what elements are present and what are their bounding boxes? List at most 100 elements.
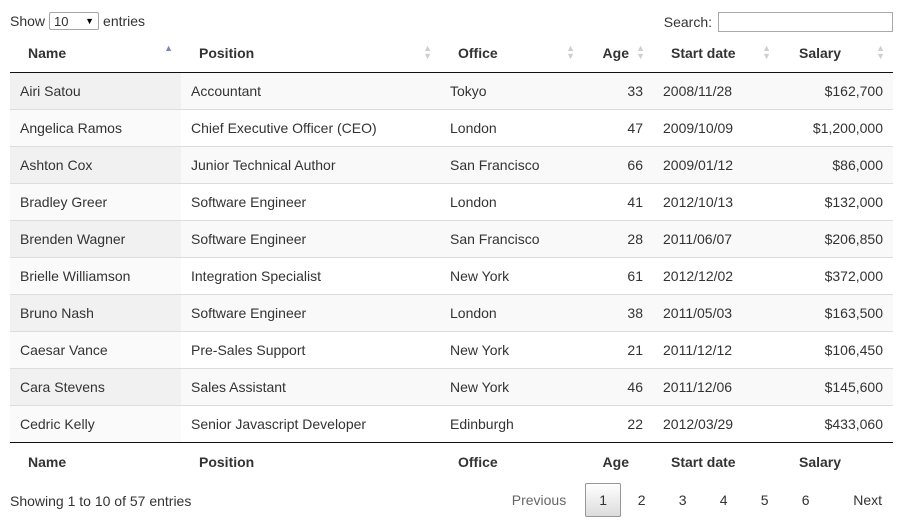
cell-position: Pre-Sales Support xyxy=(181,330,440,368)
cell-position: Chief Executive Officer (CEO) xyxy=(181,108,440,146)
cell-start-date: 2012/10/13 xyxy=(653,182,779,220)
footer-age: Age xyxy=(583,441,653,482)
table-row[interactable]: Cara Stevens Sales Assistant New York 46… xyxy=(10,367,893,405)
cell-salary: $163,500 xyxy=(779,293,893,331)
cell-position: Sales Assistant xyxy=(181,367,440,405)
page-button-2[interactable]: 2 xyxy=(621,483,662,517)
cell-name: Airi Satou xyxy=(10,72,181,109)
length-control: Show 10 ▼ entries xyxy=(10,12,145,30)
cell-age: 66 xyxy=(583,145,653,183)
cell-name: Ashton Cox xyxy=(10,145,181,183)
cell-office: Tokyo xyxy=(440,72,583,109)
cell-salary: $206,850 xyxy=(779,219,893,257)
cell-name: Cedric Kelly xyxy=(10,404,181,442)
search-control: Search: xyxy=(664,12,893,32)
cell-name: Caesar Vance xyxy=(10,330,181,368)
footer-office: Office xyxy=(440,441,583,482)
cell-age: 47 xyxy=(583,108,653,146)
cell-salary: $132,000 xyxy=(779,182,893,220)
page-button-5[interactable]: 5 xyxy=(744,483,785,517)
cell-office: New York xyxy=(440,367,583,405)
table-row[interactable]: Brenden Wagner Software Engineer San Fra… xyxy=(10,219,893,257)
table-row[interactable]: Cedric Kelly Senior Javascript Developer… xyxy=(10,404,893,442)
previous-button[interactable]: Previous xyxy=(501,483,577,517)
cell-age: 28 xyxy=(583,219,653,257)
cell-start-date: 2011/12/06 xyxy=(653,367,779,405)
column-header-name[interactable]: Name ▲ xyxy=(10,34,181,73)
cell-salary: $433,060 xyxy=(779,404,893,442)
cell-salary: $372,000 xyxy=(779,256,893,294)
table-row[interactable]: Ashton Cox Junior Technical Author San F… xyxy=(10,145,893,183)
cell-start-date: 2009/10/09 xyxy=(653,108,779,146)
column-header-position[interactable]: Position ▲ ▼ xyxy=(181,34,440,73)
cell-name: Bruno Nash xyxy=(10,293,181,331)
cell-office: London xyxy=(440,108,583,146)
footer-name: Name xyxy=(10,441,181,482)
cell-start-date: 2011/12/12 xyxy=(653,330,779,368)
cell-name: Cara Stevens xyxy=(10,367,181,405)
footer-start-date: Start date xyxy=(653,441,779,482)
cell-age: 61 xyxy=(583,256,653,294)
cell-age: 46 xyxy=(583,367,653,405)
footer-salary: Salary xyxy=(779,441,893,482)
length-prefix-label: Show xyxy=(10,13,46,29)
column-header-start-date[interactable]: Start date ▲ ▼ xyxy=(653,34,779,73)
cell-name: Brielle Williamson xyxy=(10,256,181,294)
search-input[interactable] xyxy=(718,12,893,32)
cell-salary: $86,000 xyxy=(779,145,893,183)
cell-start-date: 2012/03/29 xyxy=(653,404,779,442)
cell-office: San Francisco xyxy=(440,145,583,183)
cell-position: Accountant xyxy=(181,72,440,109)
cell-office: Edinburgh xyxy=(440,404,583,442)
search-label: Search: xyxy=(663,14,712,30)
table-info: Showing 1 to 10 of 57 entries xyxy=(10,493,192,509)
cell-position: Integration Specialist xyxy=(181,256,440,294)
page-button-1[interactable]: 1 xyxy=(585,483,622,517)
sort-both-icon: ▲ ▼ xyxy=(636,43,645,61)
sort-both-icon: ▲ ▼ xyxy=(762,43,771,61)
cell-salary: $106,450 xyxy=(779,330,893,368)
cell-start-date: 2011/05/03 xyxy=(653,293,779,331)
column-header-age[interactable]: Age ▲ ▼ xyxy=(583,34,653,73)
cell-age: 41 xyxy=(583,182,653,220)
cell-office: New York xyxy=(440,330,583,368)
cell-start-date: 2008/11/28 xyxy=(653,72,779,109)
cell-age: 38 xyxy=(583,293,653,331)
next-button[interactable]: Next xyxy=(842,483,893,517)
sort-both-icon: ▲ ▼ xyxy=(423,43,432,61)
column-header-office[interactable]: Office ▲ ▼ xyxy=(440,34,583,73)
cell-salary: $1,200,000 xyxy=(779,108,893,146)
entries-per-page-value: 10 xyxy=(54,13,69,29)
cell-name: Brenden Wagner xyxy=(10,219,181,257)
footer-position: Position xyxy=(181,441,440,482)
data-table: Name ▲ Position ▲ ▼ Office ▲ ▼ Age ▲ ▼ Start da… xyxy=(10,34,893,482)
cell-position: Senior Javascript Developer xyxy=(181,404,440,442)
cell-age: 22 xyxy=(583,404,653,442)
entries-per-page-select[interactable]: 10 ▼ xyxy=(49,12,100,30)
table-row[interactable]: Bruno Nash Software Engineer London 38 2… xyxy=(10,293,893,331)
page-button-6[interactable]: 6 xyxy=(785,483,826,517)
sort-both-icon: ▲ ▼ xyxy=(566,43,575,61)
page-button-4[interactable]: 4 xyxy=(703,483,744,517)
cell-position: Software Engineer xyxy=(181,293,440,331)
cell-start-date: 2012/12/02 xyxy=(653,256,779,294)
table-row[interactable]: Caesar Vance Pre-Sales Support New York … xyxy=(10,330,893,368)
cell-office: London xyxy=(440,182,583,220)
length-suffix-label: entries xyxy=(103,13,146,29)
table-row[interactable]: Brielle Williamson Integration Specialis… xyxy=(10,256,893,294)
cell-office: London xyxy=(440,293,583,331)
cell-office: New York xyxy=(440,256,583,294)
cell-name: Angelica Ramos xyxy=(10,108,181,146)
table-row[interactable]: Angelica Ramos Chief Executive Officer (… xyxy=(10,108,893,146)
cell-age: 33 xyxy=(583,72,653,109)
cell-position: Software Engineer xyxy=(181,219,440,257)
page-button-3[interactable]: 3 xyxy=(662,483,703,517)
cell-start-date: 2009/01/12 xyxy=(653,145,779,183)
cell-salary: $145,600 xyxy=(779,367,893,405)
cell-age: 21 xyxy=(583,330,653,368)
table-row[interactable]: Airi Satou Accountant Tokyo 33 2008/11/2… xyxy=(10,72,893,109)
column-header-salary[interactable]: Salary ▲ ▼ xyxy=(779,34,893,73)
cell-office: San Francisco xyxy=(440,219,583,257)
header-row: Name ▲ Position ▲ ▼ Office ▲ ▼ Age ▲ ▼ Start da… xyxy=(10,34,893,73)
table-row[interactable]: Bradley Greer Software Engineer London 4… xyxy=(10,182,893,220)
